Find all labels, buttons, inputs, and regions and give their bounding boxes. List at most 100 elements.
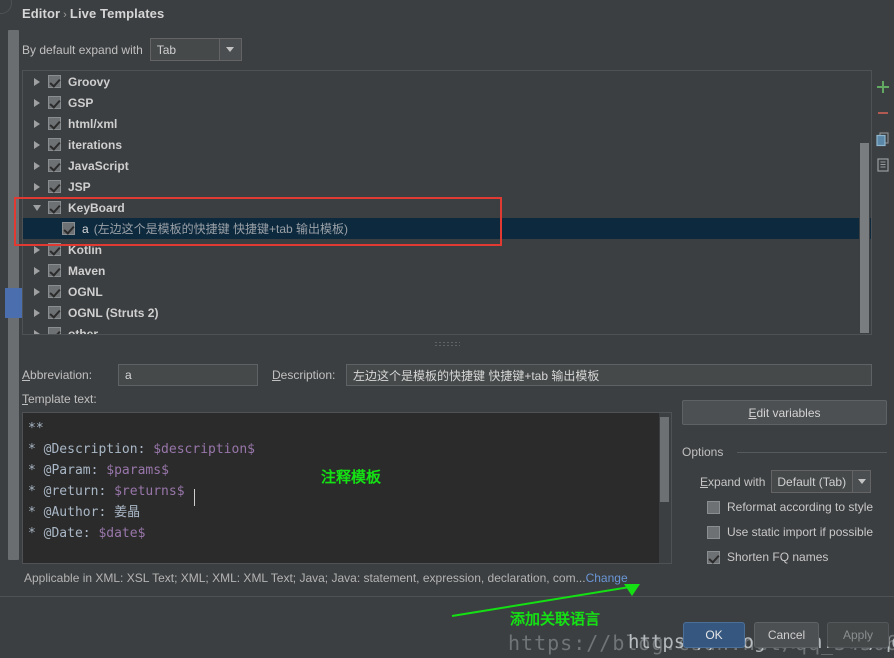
edit-variables-button[interactable]: Edit variables [682,400,887,425]
default-expand-row: By default expand with Tab [22,38,242,61]
tree-template-row[interactable]: a (左边这个是模板的快捷键 快捷键+tab 输出模板) [23,218,871,239]
default-expand-label: By default expand with [22,42,143,57]
tree-group-row[interactable]: OGNL (Struts 2) [23,302,871,323]
tree-group-row[interactable]: JavaScript [23,155,871,176]
default-expand-combo[interactable]: Tab [149,38,242,61]
chevron-right-icon[interactable] [29,140,45,149]
settings-dialog: Editor › Live Templates By default expand … [0,0,894,658]
apply-button[interactable]: Apply [827,622,889,648]
add-icon[interactable] [872,74,894,100]
tree-group-label: Groovy [68,74,111,89]
tree-group-label: Maven [68,263,106,278]
tree-group-row[interactable]: Kotlin [23,239,871,260]
option-label: Use static import if possible [727,525,874,539]
chevron-right-icon[interactable] [29,329,45,334]
window-corner-arc [0,0,12,14]
expand-with-value: Default (Tab) [777,474,847,489]
chevron-down-icon[interactable] [29,204,45,211]
chevron-right-icon[interactable] [29,245,45,254]
annotation-template-note: 注释模板 [321,468,382,486]
template-text-line: ** [28,421,44,436]
tree-scrollbar-thumb[interactable] [860,143,869,333]
tree-group-row[interactable]: KeyBoard [23,197,871,218]
document-icon[interactable] [872,152,894,178]
editor-scrollbar-thumb[interactable] [660,417,669,502]
template-text-label: Template text: [22,392,97,406]
templates-tree[interactable]: Groovy GSP html/xml iterations JavaScript JSP… [22,70,872,335]
template-text-line: * @Description: $description$ [28,442,255,457]
checkbox-icon[interactable] [48,306,61,319]
checkbox-icon[interactable] [48,285,61,298]
chevron-right-icon[interactable] [29,161,45,170]
checkbox-icon[interactable] [48,180,61,193]
abbreviation-description-row: Abbreviation: a Description: 左边这个是模板的快捷键… [22,364,872,388]
tree-group-label: KeyBoard [68,200,125,215]
tree-group-label: iterations [68,137,123,152]
tree-group-label: JavaScript [68,158,129,173]
option-reformat-according-to-style[interactable]: Reformat according to style [707,500,873,514]
tree-group-row[interactable]: html/xml [23,113,871,134]
template-text-line: * @Author: 姜晶 [28,505,141,520]
chevron-down-icon[interactable] [852,471,871,492]
template-text-editor[interactable]: ** * @Description: $description$ * @Param:… [22,412,672,564]
annotation-language-note: 添加关联语言 [510,610,601,628]
option-shorten-fq-names[interactable]: Shorten FQ names [707,550,828,564]
description-label: Description: [272,368,336,382]
copy-icon[interactable] [872,126,894,152]
option-label: Shorten FQ names [727,550,829,564]
checkbox-icon[interactable] [48,75,61,88]
cancel-button[interactable]: Cancel [754,622,819,648]
tree-group-label: html/xml [68,116,118,131]
abbreviation-label: Abbreviation: [22,368,93,382]
checkbox-icon[interactable] [48,117,61,130]
chevron-right-icon[interactable] [29,266,45,275]
checkbox-icon[interactable] [48,138,61,151]
checkbox-icon[interactable] [707,550,720,564]
chevron-right-icon[interactable] [29,119,45,128]
checkbox-icon[interactable] [48,96,61,109]
text-caret [194,489,195,506]
option-use-static-import-if-possible[interactable]: Use static import if possible [707,525,873,539]
tree-group-row[interactable]: GSP [23,92,871,113]
outer-scrollbar-highlight[interactable] [5,288,22,318]
breadcrumb-root[interactable]: Editor [22,6,60,21]
breadcrumb-leaf: Live Templates [69,6,165,21]
expand-with-combo[interactable]: Default (Tab) [771,470,872,493]
tree-group-row[interactable]: OGNL [23,281,871,302]
panel-splitter[interactable] [22,338,872,348]
chevron-right-icon[interactable] [29,182,45,191]
checkbox-icon[interactable] [48,201,61,214]
options-title: Options [682,445,724,459]
tree-toolbar [872,74,894,178]
tree-group-row[interactable]: iterations [23,134,871,155]
tree-group-label: OGNL (Struts 2) [68,305,159,320]
expand-with-row: Expand with Default (Tab) [700,470,872,493]
checkbox-icon[interactable] [707,500,720,514]
tree-group-label: GSP [68,95,94,110]
tree-template-description: (左边这个是模板的快捷键 快捷键+tab 输出模板) [93,222,349,236]
checkbox-icon[interactable] [62,222,75,235]
expand-with-label: Expand with [700,474,766,489]
chevron-right-icon[interactable] [29,77,45,86]
template-text-line: * @Date: $date$ [28,526,146,541]
checkbox-icon[interactable] [48,264,61,277]
chevron-right-icon[interactable] [29,98,45,107]
tree-group-row[interactable]: Maven [23,260,871,281]
chevron-right-icon[interactable] [29,287,45,296]
remove-icon[interactable] [872,100,894,126]
tree-template-abbrev: a [82,221,89,236]
ok-button[interactable]: OK [683,622,745,648]
tree-group-row[interactable]: Groovy [23,71,871,92]
abbreviation-input[interactable]: a [118,364,258,386]
checkbox-icon[interactable] [707,525,720,539]
checkbox-icon[interactable] [48,243,61,256]
breadcrumb-separator: › [63,9,67,21]
checkbox-icon[interactable] [48,159,61,172]
checkbox-icon[interactable] [48,327,61,334]
chevron-right-icon[interactable] [29,308,45,317]
description-input[interactable]: 左边这个是模板的快捷键 快捷键+tab 输出模板 [346,364,872,386]
tree-group-row[interactable]: other [23,323,871,334]
splitter-grip-icon [434,341,460,346]
chevron-down-icon[interactable] [218,39,241,60]
tree-group-row[interactable]: JSP [23,176,871,197]
